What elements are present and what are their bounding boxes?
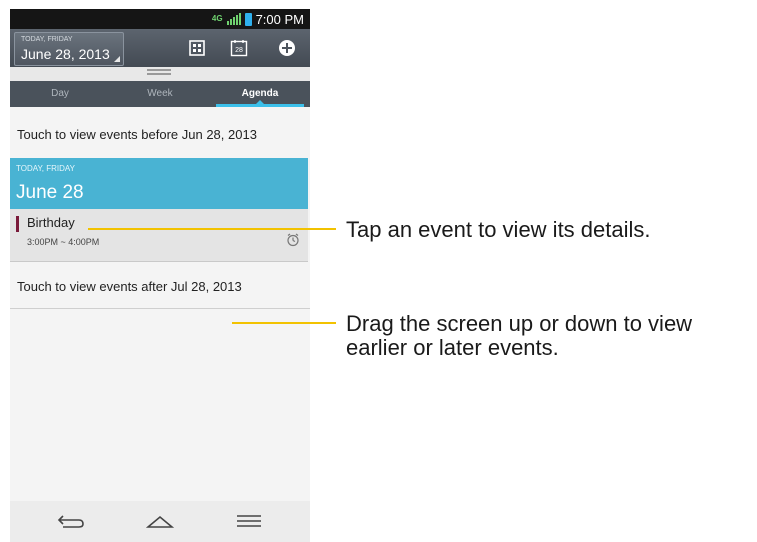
status-bar: 4G 7:00 PM <box>10 9 310 29</box>
date-picker[interactable]: TODAY, FRIDAY June 28, 2013 <box>14 32 124 66</box>
dropdown-corner-icon <box>114 56 120 62</box>
handle-grip-icon <box>147 69 171 77</box>
event-item[interactable]: Birthday 3:00PM ~ 4:00PM <box>10 209 308 262</box>
event-callout-text: Tap an event to view its details. <box>346 217 651 242</box>
drag-callout-text-line1: Drag the screen up or down to view <box>346 311 693 336</box>
tab-day[interactable]: Day <box>10 81 110 107</box>
network-type-icon: 4G <box>211 14 223 23</box>
date-picker-date: June 28, 2013 <box>21 46 110 62</box>
event-color-bar <box>16 216 19 232</box>
drag-callout-line <box>232 322 336 324</box>
month-view-icon[interactable] <box>186 37 208 59</box>
tab-week[interactable]: Week <box>110 81 210 107</box>
add-event-icon[interactable] <box>276 37 298 59</box>
list-divider <box>10 308 310 309</box>
drag-handle[interactable] <box>10 67 310 81</box>
view-later-events-row[interactable]: Touch to view events after Jul 28, 2013 <box>17 279 242 294</box>
home-icon[interactable] <box>143 509 177 533</box>
today-header: TODAY, FRIDAY June 28 <box>10 158 308 209</box>
today-subtitle: TODAY, FRIDAY <box>16 164 75 173</box>
calendar-toolbar: TODAY, FRIDAY June 28, 2013 28 <box>10 29 310 67</box>
alarm-icon <box>286 233 300 247</box>
date-picker-subtitle: TODAY, FRIDAY <box>21 36 73 43</box>
phone-screen: 4G 7:00 PM TODAY, FRIDAY June 28, 2013 2… <box>10 9 310 542</box>
today-date: June 28 <box>16 182 84 203</box>
event-title: Birthday <box>27 215 75 230</box>
event-callout-line <box>88 228 336 230</box>
menu-icon[interactable] <box>232 509 266 533</box>
svg-text:28: 28 <box>235 47 243 54</box>
view-earlier-events-row[interactable]: Touch to view events before Jun 28, 2013 <box>17 127 257 142</box>
view-tabs: Day Week Agenda <box>10 81 310 107</box>
event-time: 3:00PM ~ 4:00PM <box>27 237 100 247</box>
battery-icon <box>244 12 252 26</box>
signal-strength-icon <box>226 13 241 25</box>
navigation-bar <box>10 501 310 542</box>
back-icon[interactable] <box>54 509 88 533</box>
status-time: 7:00 PM <box>255 11 304 27</box>
tab-agenda[interactable]: Agenda <box>210 81 310 107</box>
day-calendar-icon[interactable]: 28 <box>228 37 250 59</box>
agenda-list[interactable]: Touch to view events before Jun 28, 2013… <box>10 107 310 501</box>
drag-callout-text-line2: earlier or later events. <box>346 335 559 360</box>
